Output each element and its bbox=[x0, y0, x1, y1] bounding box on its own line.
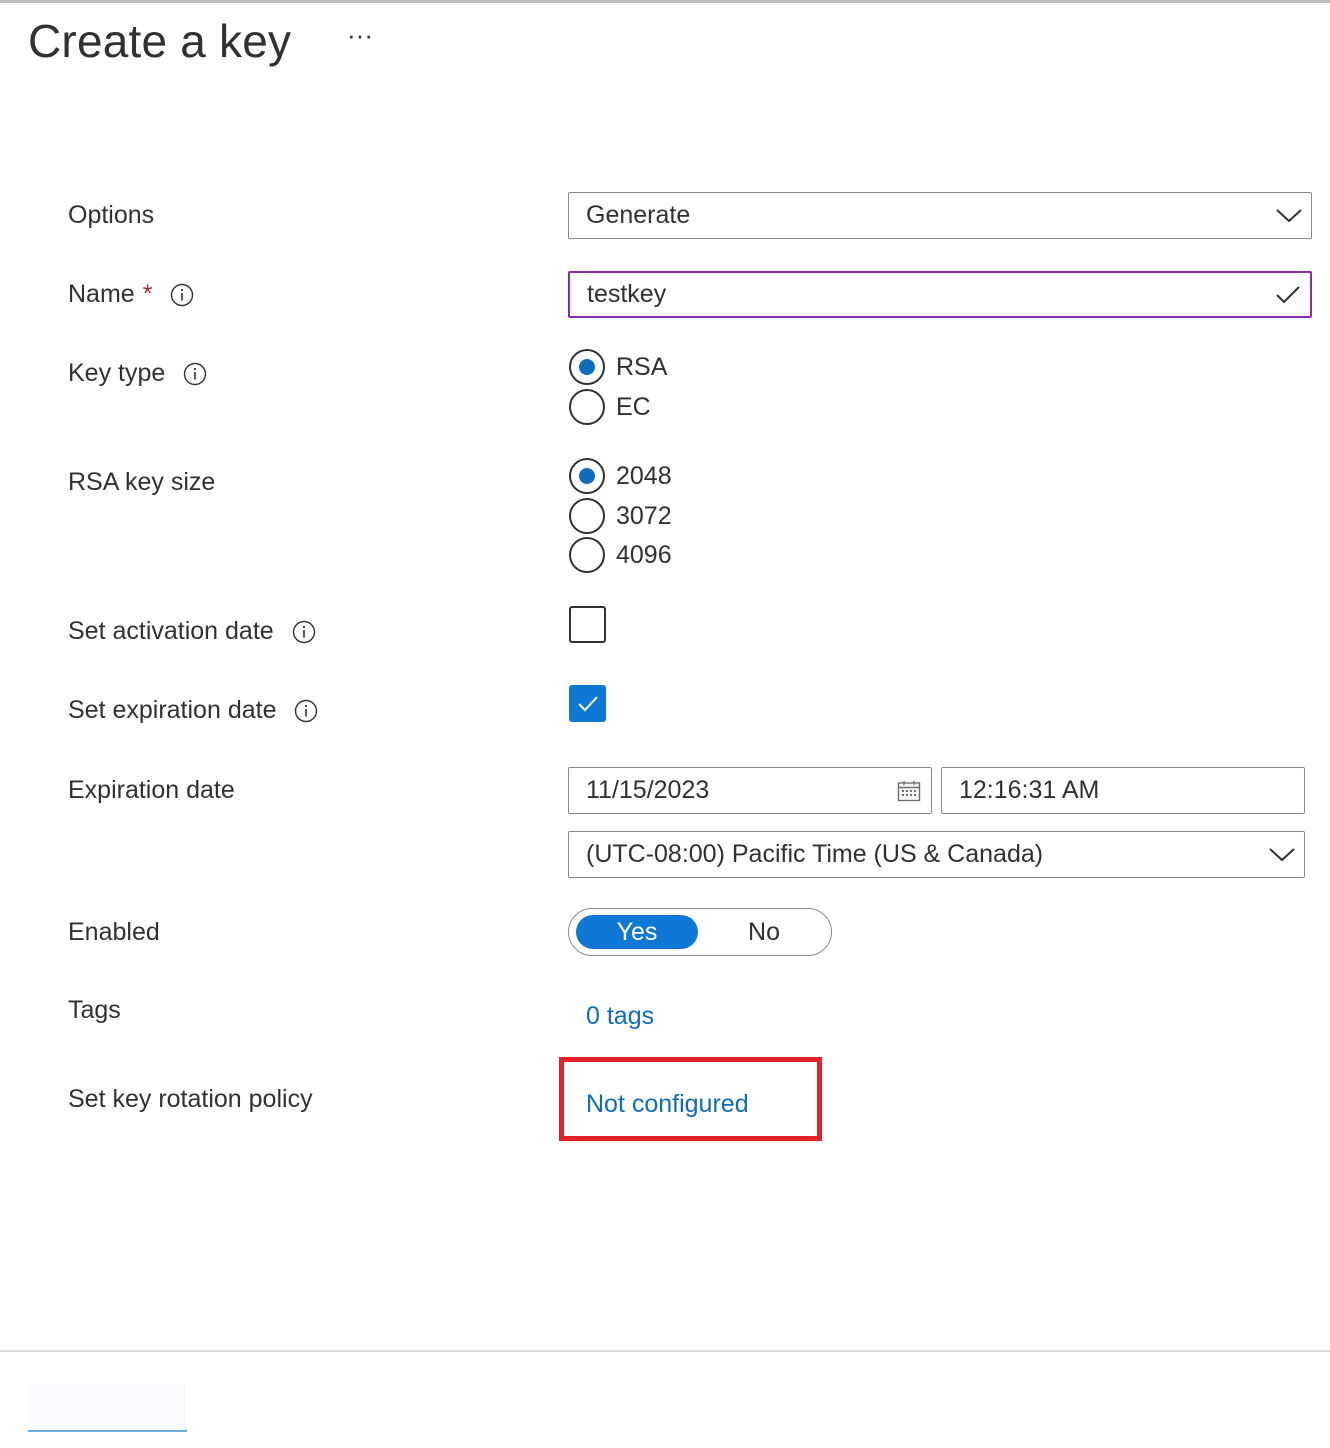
radio-button-selected[interactable] bbox=[569, 458, 605, 494]
footer-create-button[interactable] bbox=[28, 1384, 187, 1432]
enabled-no-option[interactable]: No bbox=[703, 915, 825, 949]
rsa-size-option-4096[interactable]: 4096 bbox=[569, 537, 672, 573]
enabled-label-text: Enabled bbox=[68, 918, 160, 946]
key-type-option-rsa[interactable]: RSA bbox=[569, 349, 667, 385]
checkmark-icon bbox=[1266, 273, 1310, 316]
rotation-policy-label-text: Set key rotation policy bbox=[68, 1085, 313, 1113]
rsa-size-option-3072[interactable]: 3072 bbox=[569, 498, 672, 534]
chevron-down-icon bbox=[1267, 193, 1311, 238]
top-divider bbox=[0, 0, 1330, 3]
info-icon[interactable] bbox=[170, 283, 194, 307]
radio-button[interactable] bbox=[569, 389, 605, 425]
highlight-annotation bbox=[559, 1057, 822, 1141]
radio-label: 2048 bbox=[616, 461, 672, 490]
radio-button[interactable] bbox=[569, 498, 605, 534]
radio-label: EC bbox=[616, 392, 651, 421]
name-label-text: Name bbox=[68, 280, 135, 308]
key-type-label-text: Key type bbox=[68, 359, 166, 387]
name-input[interactable]: testkey bbox=[568, 271, 1312, 318]
rsa-key-size-label-text: RSA key size bbox=[68, 468, 216, 496]
expiration-date-input[interactable]: 11/15/2023 bbox=[568, 767, 932, 814]
activation-date-label-text: Set activation date bbox=[68, 617, 274, 645]
enabled-yes-option[interactable]: Yes bbox=[576, 915, 698, 949]
expiration-date-toggle-label: Set expiration date bbox=[68, 696, 318, 725]
radio-button[interactable] bbox=[569, 537, 605, 573]
required-marker: * bbox=[142, 280, 153, 308]
key-type-option-ec[interactable]: EC bbox=[569, 389, 651, 425]
rsa-key-size-label: RSA key size bbox=[68, 468, 215, 497]
options-label: Options bbox=[68, 201, 154, 230]
info-icon[interactable] bbox=[292, 620, 316, 644]
options-dropdown[interactable]: Generate bbox=[568, 192, 1312, 239]
checkmark-icon bbox=[578, 696, 598, 712]
radio-button-selected[interactable] bbox=[569, 349, 605, 385]
options-label-text: Options bbox=[68, 201, 155, 229]
timezone-dropdown[interactable]: (UTC-08:00) Pacific Time (US & Canada) bbox=[568, 831, 1305, 878]
more-options-button[interactable]: ··· bbox=[340, 22, 380, 62]
chevron-down-icon bbox=[1260, 832, 1304, 877]
expiration-date-toggle-label-text: Set expiration date bbox=[68, 696, 277, 724]
footer-divider bbox=[0, 1350, 1330, 1352]
expiration-date-label-text: Expiration date bbox=[68, 776, 235, 804]
calendar-icon[interactable] bbox=[887, 768, 931, 813]
key-type-label: Key type bbox=[68, 359, 207, 388]
expiration-date-value: 11/15/2023 bbox=[586, 776, 710, 804]
page-title: Create a key bbox=[28, 15, 292, 67]
name-value: testkey bbox=[587, 280, 667, 308]
info-icon[interactable] bbox=[183, 362, 207, 386]
enabled-label: Enabled bbox=[68, 918, 160, 947]
rsa-size-option-2048[interactable]: 2048 bbox=[569, 458, 672, 494]
options-value: Generate bbox=[586, 201, 691, 229]
tags-label-text: Tags bbox=[68, 996, 121, 1024]
activation-date-label: Set activation date bbox=[68, 617, 316, 646]
radio-label: RSA bbox=[616, 352, 668, 381]
activation-date-checkbox[interactable] bbox=[569, 606, 606, 643]
info-icon[interactable] bbox=[294, 699, 318, 723]
tags-link[interactable]: 0 tags bbox=[586, 1002, 654, 1031]
name-label: Name * bbox=[68, 280, 194, 309]
radio-label: 4096 bbox=[616, 540, 672, 569]
expiration-time-input[interactable]: 12:16:31 AM bbox=[941, 767, 1305, 814]
expiration-date-label: Expiration date bbox=[68, 776, 235, 805]
expiration-date-checkbox[interactable] bbox=[569, 685, 606, 722]
radio-label: 3072 bbox=[616, 501, 672, 530]
tags-label: Tags bbox=[68, 996, 121, 1025]
timezone-value: (UTC-08:00) Pacific Time (US & Canada) bbox=[586, 840, 1044, 868]
rotation-policy-label: Set key rotation policy bbox=[68, 1085, 313, 1114]
enabled-toggle[interactable]: Yes No bbox=[568, 908, 832, 956]
expiration-time-value: 12:16:31 AM bbox=[959, 776, 1100, 804]
